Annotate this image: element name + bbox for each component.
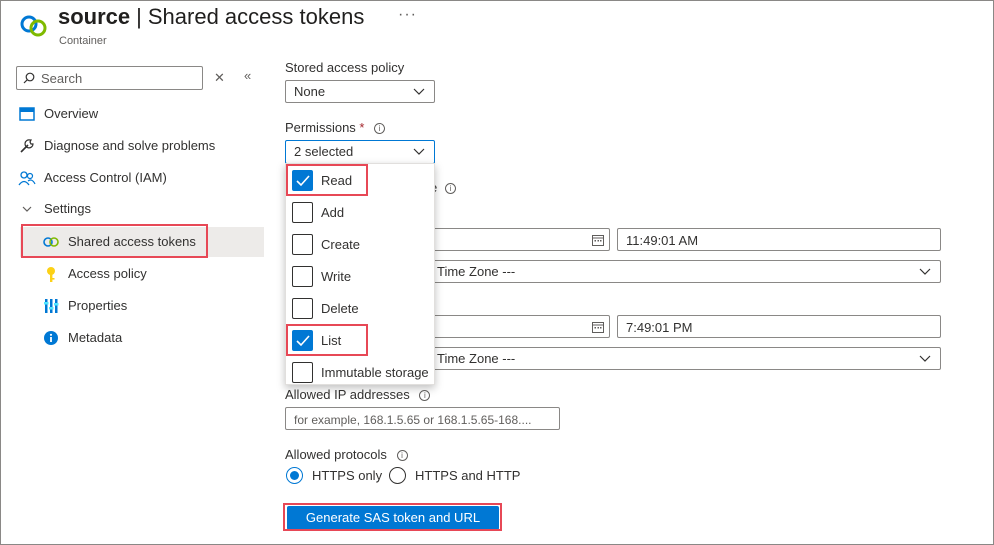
permissions-label-text: Permissions xyxy=(285,120,356,135)
allowed-ip-placeholder: for example, 168.1.5.65 or 168.1.5.65-16… xyxy=(294,413,532,427)
highlight-box-read xyxy=(286,164,368,196)
required-mark: * xyxy=(359,120,365,135)
expiry-time-value: 7:49:01 PM xyxy=(626,320,693,335)
option-label: Create xyxy=(321,237,361,252)
start-timezone-value: Time Zone --- xyxy=(437,264,516,279)
permissions-select[interactable]: 2 selected xyxy=(285,140,435,164)
option-label: Add xyxy=(321,205,345,220)
properties-icon xyxy=(44,299,59,313)
allowed-ip-input[interactable]: for example, 168.1.5.65 or 168.1.5.65-16… xyxy=(285,407,560,430)
sidebar-item-label: Access policy xyxy=(68,266,147,281)
people-icon xyxy=(18,171,36,186)
resource-name: source xyxy=(58,4,131,29)
container-link-logo xyxy=(19,12,49,38)
sidebar-item-iam[interactable]: Access Control (IAM) xyxy=(14,164,264,192)
highlight-box-list xyxy=(286,324,368,356)
sidebar-item-label: Properties xyxy=(68,298,128,313)
info-icon: i xyxy=(444,183,456,194)
sidebar-item-label: Settings xyxy=(44,201,91,216)
permission-option-delete[interactable]: Delete xyxy=(286,293,436,325)
stored-policy-label: Stored access policy xyxy=(285,60,405,75)
allowed-ip-label-text: Allowed IP addresses xyxy=(285,387,410,402)
checkbox[interactable] xyxy=(292,298,313,319)
expiry-time-input[interactable]: 7:49:01 PM xyxy=(617,315,941,338)
stored-policy-value: None xyxy=(294,84,326,99)
more-options-button[interactable]: ··· xyxy=(398,6,417,24)
info-icon: i xyxy=(374,123,386,134)
highlight-box-generate xyxy=(283,503,502,531)
sidebar-group-settings[interactable]: Settings xyxy=(14,195,264,223)
allowed-ip-label: Allowed IP addresses i xyxy=(285,387,431,402)
sidebar-item-label: Metadata xyxy=(68,330,123,345)
title-separator: | xyxy=(136,4,142,29)
sidebar-item-diagnose[interactable]: Diagnose and solve problems xyxy=(14,132,264,160)
protocols-label: Allowed protocols i xyxy=(285,447,408,462)
start-date-input[interactable] xyxy=(420,228,610,251)
radio-https-only[interactable] xyxy=(286,467,303,484)
chevron-down-icon xyxy=(413,88,425,95)
radio-label-https-only: HTTPS only xyxy=(312,468,383,483)
protocols-label-text: Allowed protocols xyxy=(285,447,387,462)
start-timezone-select[interactable]: Time Zone --- xyxy=(420,260,941,283)
sidebar-item-label: Overview xyxy=(44,106,99,121)
info-icon xyxy=(44,331,58,345)
info-icon: i xyxy=(419,390,431,401)
option-label: Immutable storage xyxy=(321,365,429,380)
permission-option-add[interactable]: Add xyxy=(286,197,436,229)
highlight-box-sidebar xyxy=(21,224,208,258)
info-icon: i xyxy=(396,450,408,461)
checkbox[interactable] xyxy=(292,234,313,255)
expiry-date-input[interactable] xyxy=(420,315,610,338)
sidebar-item-label: Access Control (IAM) xyxy=(44,170,167,185)
overview-icon xyxy=(19,107,35,121)
start-time-value: 11:49:01 AM xyxy=(626,233,699,248)
calendar-icon xyxy=(592,235,604,246)
chevron-down-icon xyxy=(919,355,931,362)
clear-search-icon[interactable]: ✕ xyxy=(214,70,225,86)
radio-https-and-http[interactable] xyxy=(389,467,406,484)
chevron-up-icon xyxy=(413,148,425,155)
radio-label-https-and-http: HTTPS and HTTP xyxy=(415,468,521,483)
blade-title: Shared access tokens xyxy=(147,4,365,29)
search-input[interactable]: Search xyxy=(16,66,203,90)
sidebar-item-properties[interactable]: Properties xyxy=(14,292,264,320)
calendar-icon xyxy=(592,322,604,333)
sidebar-item-access-policy[interactable]: Access policy xyxy=(14,260,264,288)
key-icon xyxy=(47,267,55,282)
search-placeholder: Search xyxy=(41,71,83,86)
expiry-timezone-value: Time Zone --- xyxy=(437,351,516,366)
permissions-label: Permissions * i xyxy=(285,120,386,135)
expiry-timezone-select[interactable]: Time Zone --- xyxy=(420,347,941,370)
wrench-icon xyxy=(20,139,34,153)
permission-option-create[interactable]: Create xyxy=(286,229,436,261)
sidebar-item-metadata[interactable]: Metadata xyxy=(14,324,264,352)
permissions-value: 2 selected xyxy=(294,144,354,159)
page-title: source | Shared access tokens xyxy=(58,4,364,30)
checkbox[interactable] xyxy=(292,362,313,383)
chevron-down-icon xyxy=(22,206,32,212)
option-label: Delete xyxy=(321,301,359,316)
stored-policy-select[interactable]: None xyxy=(285,80,435,103)
checkbox[interactable] xyxy=(292,266,313,287)
collapse-sidebar-icon[interactable]: « xyxy=(244,68,251,83)
permission-option-immutable-storage[interactable]: Immutable storage xyxy=(286,357,436,389)
resource-type: Container xyxy=(59,35,107,47)
sidebar-item-overview[interactable]: Overview xyxy=(14,100,264,128)
checkbox[interactable] xyxy=(292,202,313,223)
start-time-input[interactable]: 11:49:01 AM xyxy=(617,228,941,251)
sidebar-item-label: Diagnose and solve problems xyxy=(44,138,216,153)
search-icon xyxy=(23,72,35,84)
chevron-down-icon xyxy=(919,268,931,275)
option-label: Write xyxy=(321,269,352,284)
permission-option-write[interactable]: Write xyxy=(286,261,436,293)
